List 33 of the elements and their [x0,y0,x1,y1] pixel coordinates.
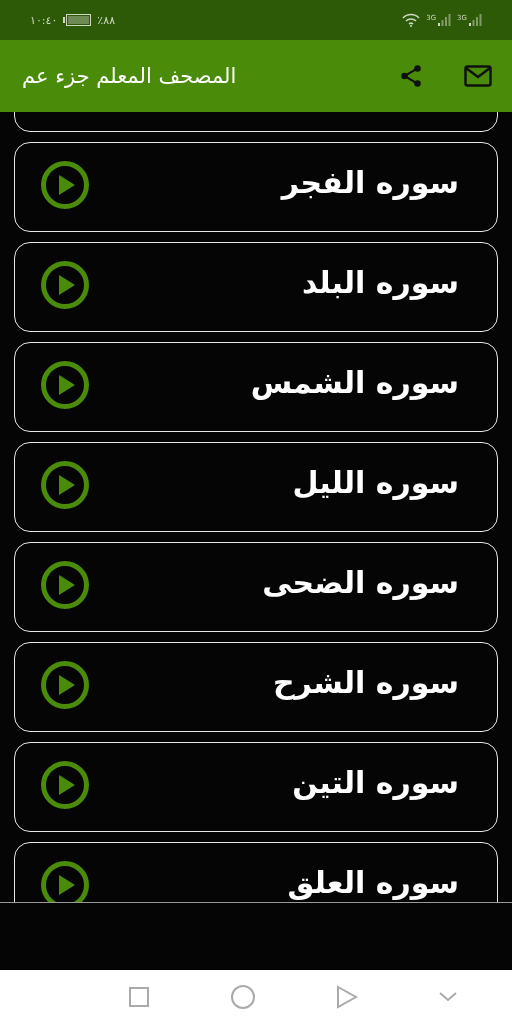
play-icon[interactable] [40,860,90,902]
surah-item[interactable]: سوره الضحى [14,542,498,632]
play-icon[interactable] [40,660,90,710]
signal-icon [437,14,452,26]
battery-percent: ٪٨٨ [97,13,116,27]
clock: ١٠:٤٠ [30,13,58,27]
surah-name: سوره البلد [301,265,459,300]
play-icon[interactable] [40,360,90,410]
app-title: المصحف المعلم جزء عم [22,64,237,88]
share-icon[interactable] [398,63,424,89]
surah-item[interactable]: سوره الشرح [14,642,498,732]
surah-item[interactable]: سوره البلد [14,242,498,332]
play-icon[interactable] [40,160,90,210]
surah-item[interactable]: سوره الليل [14,442,498,532]
wifi-icon [402,13,421,27]
mail-icon[interactable] [464,65,492,87]
surah-name: سوره الضحى [262,565,459,600]
surah-name: سوره الليل [292,465,459,500]
surah-name: سوره التين [292,765,459,800]
surah-name: سوره الشمس [250,365,459,400]
play-icon[interactable] [40,560,90,610]
surah-name: سوره العلق [287,865,459,900]
play-icon[interactable] [40,760,90,810]
play-icon[interactable] [40,260,90,310]
surah-item[interactable]: سوره التين [14,742,498,832]
signal-icon [468,14,482,26]
surah-name: سوره الفجر [281,165,459,200]
surah-item[interactable]: سوره الفجر [14,142,498,232]
play-icon[interactable] [40,460,90,510]
battery-icon [63,14,92,26]
surah-item[interactable]: سوره الشمس [14,342,498,432]
surah-item[interactable]: سوره العلق [14,842,498,902]
surah-name: سوره الشرح [272,665,459,700]
